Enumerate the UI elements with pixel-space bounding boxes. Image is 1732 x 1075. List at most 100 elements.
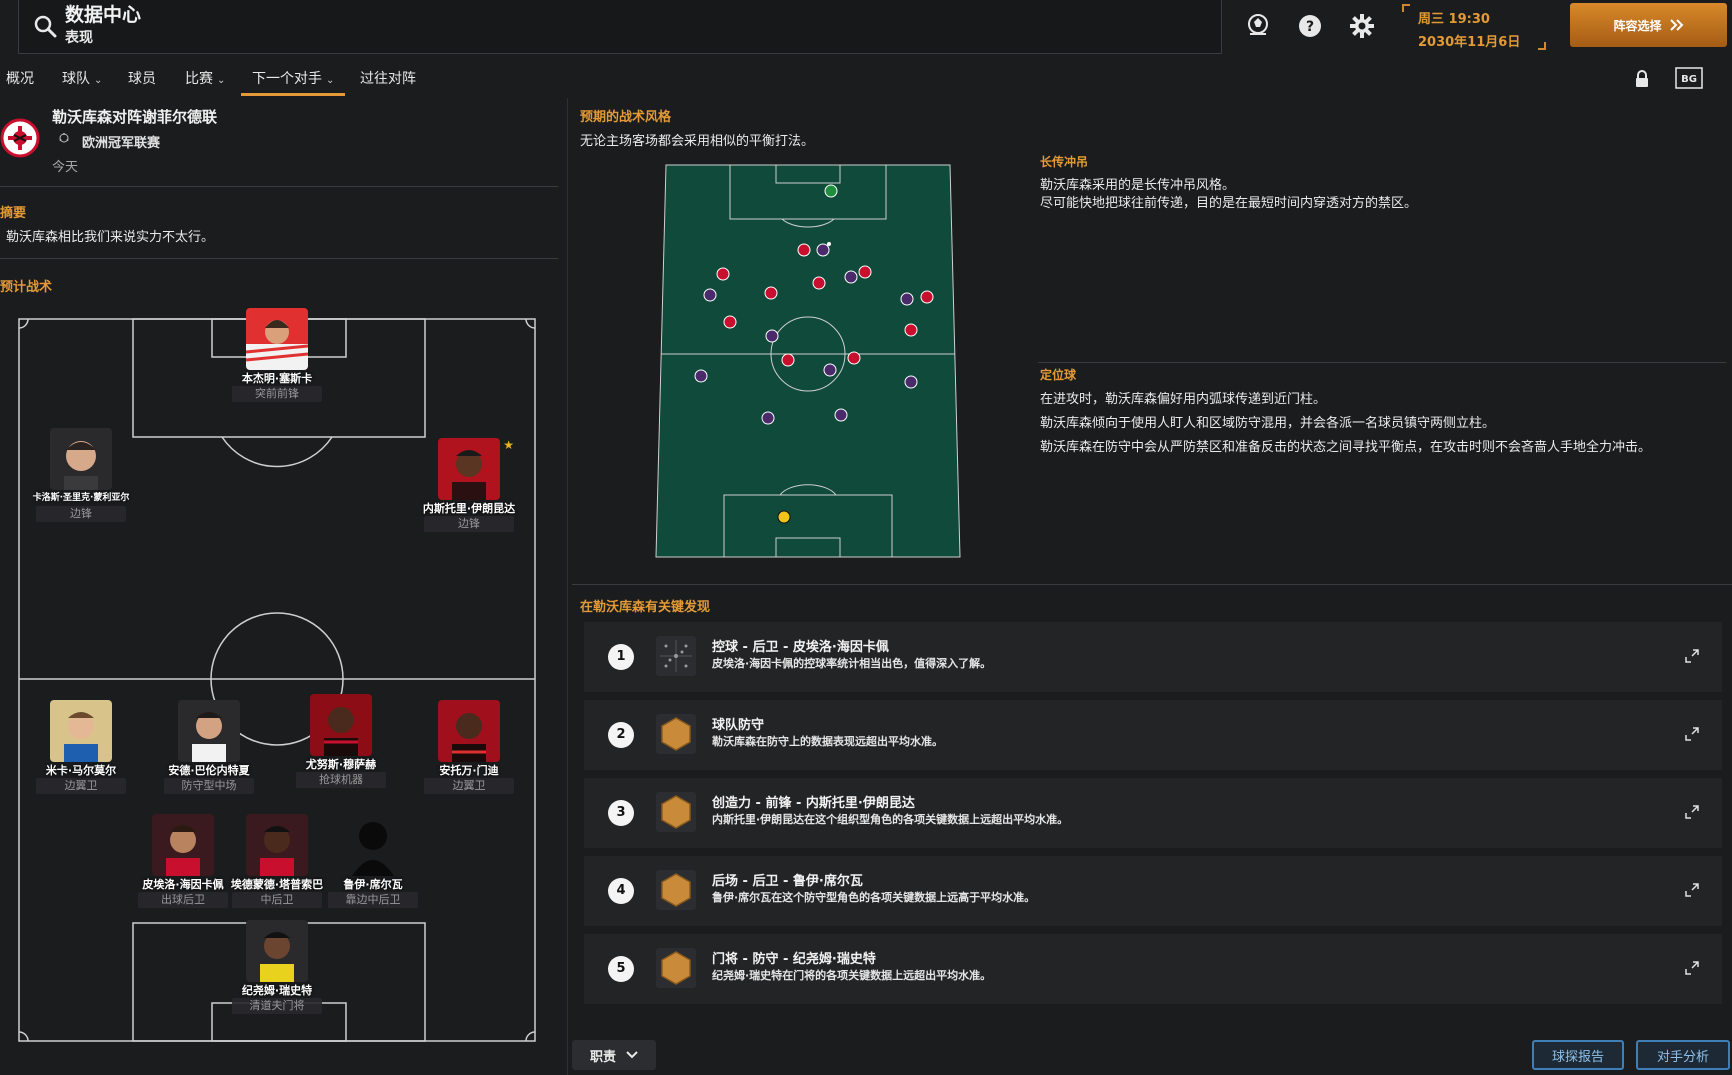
player-role: 边锋 [36,506,126,522]
player-role: 清道夫门将 [232,998,322,1014]
scout-report-label: 球探报告 [1551,1049,1604,1065]
expand-icon[interactable] [1684,726,1700,742]
player-name: 鲁伊·席尔瓦 [343,878,403,891]
set-pieces-text: 勒沃库森倾向于使用人盯人和区域防守混用，并会各派一名球员镇守两侧立柱。 [1040,416,1496,431]
player-card[interactable]: 尤努斯·穆萨赫 抢球机器 [296,694,386,794]
player-name: 尤努斯·穆萨赫 [305,758,377,771]
player-photo [152,814,214,876]
player-card[interactable]: 鲁伊·席尔瓦 靠边中后卫 [328,814,418,914]
hexagon-stats-icon [656,714,696,754]
tactical-style-desc: 无论主场客场都会采用相似的平衡打法。 [580,134,815,149]
player-card[interactable]: 卡洛斯·圣里克·蒙利亚尔 边锋 [33,428,129,528]
player-card[interactable]: 埃德蒙德·塔普索巴 中后卫 [231,814,323,914]
scout-report-button[interactable]: 球探报告 [1532,1040,1624,1070]
player-role: 边翼卫 [424,778,514,794]
finding-number: 4 [608,878,634,904]
tab-players[interactable]: 球员 [128,68,156,96]
left-panel: 勒沃库森对阵谢菲尔德联 欧洲冠军联赛 今天 摘要 勒沃库森相比我们来说实力不太行… [0,98,560,1075]
top-bar: 数据中心 表现 ? 周三 19:30 2030年11月6日 阵容选择 [0,0,1732,62]
tactical-style-heading: 预期的战术风格 [580,110,672,125]
player-card[interactable]: 纪尧姆·瑞史特 清道夫门将 [232,920,322,1020]
divider [0,258,558,259]
tactics-heading: 预计战术 [0,280,53,295]
key-finding-row[interactable]: 4 后场 - 后卫 - 鲁伊·席尔瓦 鲁伊·席尔瓦在这个防守型角色的各项关键数据… [584,856,1722,926]
player-name: 安德·巴伦内特夏 [168,764,250,777]
expand-icon[interactable] [1684,804,1700,820]
club-badge [0,118,40,158]
hexagon-stats-icon [656,792,696,832]
help-icon[interactable]: ? [1296,12,1324,40]
search-box[interactable]: 数据中心 表现 [18,0,1222,54]
player-role: 中后卫 [232,892,322,908]
key-finding-row[interactable]: 3 创造力 - 前锋 - 内斯托里·伊朗昆达 内斯托里·伊朗昆达在这个组织型角色… [584,778,1722,848]
expand-icon[interactable] [1684,882,1700,898]
player-name: 纪尧姆·瑞史特 [241,984,313,997]
tab-label: 下一个对手 [252,71,322,87]
tab-overview[interactable]: 概况 [6,68,34,96]
finding-desc: 鲁伊·席尔瓦在这个防守型角色的各项关键数据上远高于平均水准。 [712,891,1036,904]
role-dropdown[interactable]: 职责 [572,1040,656,1070]
divider [572,584,1732,585]
lock-icon[interactable] [1634,70,1650,88]
key-finding-row[interactable]: 1 控球 - 后卫 - 皮埃洛·海因卡佩 皮埃洛·海因卡佩的控球率统计相当出色，… [584,622,1722,692]
tab-label: 比赛 [185,71,213,87]
player-photo [246,920,308,982]
player-name: 米卡·马尔莫尔 [45,764,117,777]
player-card[interactable]: 本杰明·塞斯卡 突前前锋 [232,308,322,408]
grid-stats-icon [656,636,696,676]
lineup-select-button[interactable]: 阵容选择 [1570,3,1727,47]
player-role: 边翼卫 [36,778,126,794]
star-icon: ★ [503,438,514,452]
player-photo [50,428,112,490]
player-role: 抢球机器 [296,772,386,788]
ball-icon[interactable] [1244,12,1272,40]
tab-label: 概况 [6,71,34,87]
long-ball-heading: 长传冲吊 [1040,155,1089,169]
chevron-down-icon: ⌄ [217,75,226,86]
key-finding-row[interactable]: 5 门将 - 防守 - 纪尧姆·瑞史特 纪尧姆·瑞史特在门将的各项关键数据上远超… [584,934,1722,1004]
player-card[interactable]: 安德·巴伦内特夏 防守型中场 [164,700,254,800]
opponent-analysis-label: 对手分析 [1656,1049,1709,1065]
finding-title: 球队防守 [712,718,765,733]
finding-number: 3 [608,800,634,826]
player-name: 本杰明·塞斯卡 [241,372,313,385]
player-card[interactable]: 皮埃洛·海因卡佩 出球后卫 [138,814,228,914]
chevron-down-icon: ⌄ [94,75,103,86]
formation-diagram [655,164,961,558]
tab-head-to-head[interactable]: 过往对阵 [360,68,416,96]
search-icon[interactable] [33,14,59,40]
date-display[interactable]: 周三 19:30 2030年11月6日 [1402,2,1546,50]
page-title: 数据中心 [65,4,142,26]
finding-number: 5 [608,956,634,982]
finding-number: 2 [608,722,634,748]
player-role: 突前前锋 [232,386,322,402]
opponent-analysis-button[interactable]: 对手分析 [1636,1040,1730,1070]
tab-matches[interactable]: 比赛 ⌄ [185,68,225,96]
lineup-select-label: 阵容选择 [1613,18,1662,33]
divider [0,186,558,187]
player-card[interactable]: 安托万·门迪 边翼卫 [424,700,514,800]
tactics-pitch: 本杰明·塞斯卡 突前前锋 卡洛斯·圣里克·蒙利亚尔 边锋 ★ 内斯托里·伊朗昆达… [18,308,538,1042]
role-dropdown-label: 职责 [589,1049,616,1065]
summary-heading: 摘要 [0,206,27,221]
summary-text: 勒沃库森相比我们来说实力不太行。 [6,230,215,245]
set-pieces-text: 在进攻时，勒沃库森偏好用内弧球传递到近门柱。 [1040,392,1327,407]
chevron-down-icon [626,1051,638,1059]
finding-desc: 内斯托里·伊朗昆达在这个组织型角色的各项关键数据上远超出平均水准。 [712,813,1069,826]
expand-icon[interactable] [1684,648,1700,664]
player-photo [246,308,308,370]
settings-gear-icon[interactable] [1348,12,1376,40]
background-toggle-label: BG [1681,74,1697,85]
match-day: 今天 [52,160,79,175]
player-card[interactable]: ★ 内斯托里·伊朗昆达 边锋 [423,438,515,538]
tab-team[interactable]: 球队 ⌄ [62,68,102,96]
key-finding-row[interactable]: 2 球队防守 勒沃库森在防守上的数据表现远超出平均水准。 [584,700,1722,770]
finding-title: 控球 - 后卫 - 皮埃洛·海因卡佩 [712,640,889,655]
expand-icon[interactable] [1684,960,1700,976]
player-name: 卡洛斯·圣里克·蒙利亚尔 [32,493,130,503]
player-card[interactable]: 米卡·马尔莫尔 边翼卫 [36,700,126,800]
player-photo [50,700,112,762]
chevron-down-icon: ⌄ [326,75,335,86]
tab-next-opponent[interactable]: 下一个对手 ⌄ [240,68,346,96]
background-toggle-icon[interactable]: BG [1674,66,1704,90]
